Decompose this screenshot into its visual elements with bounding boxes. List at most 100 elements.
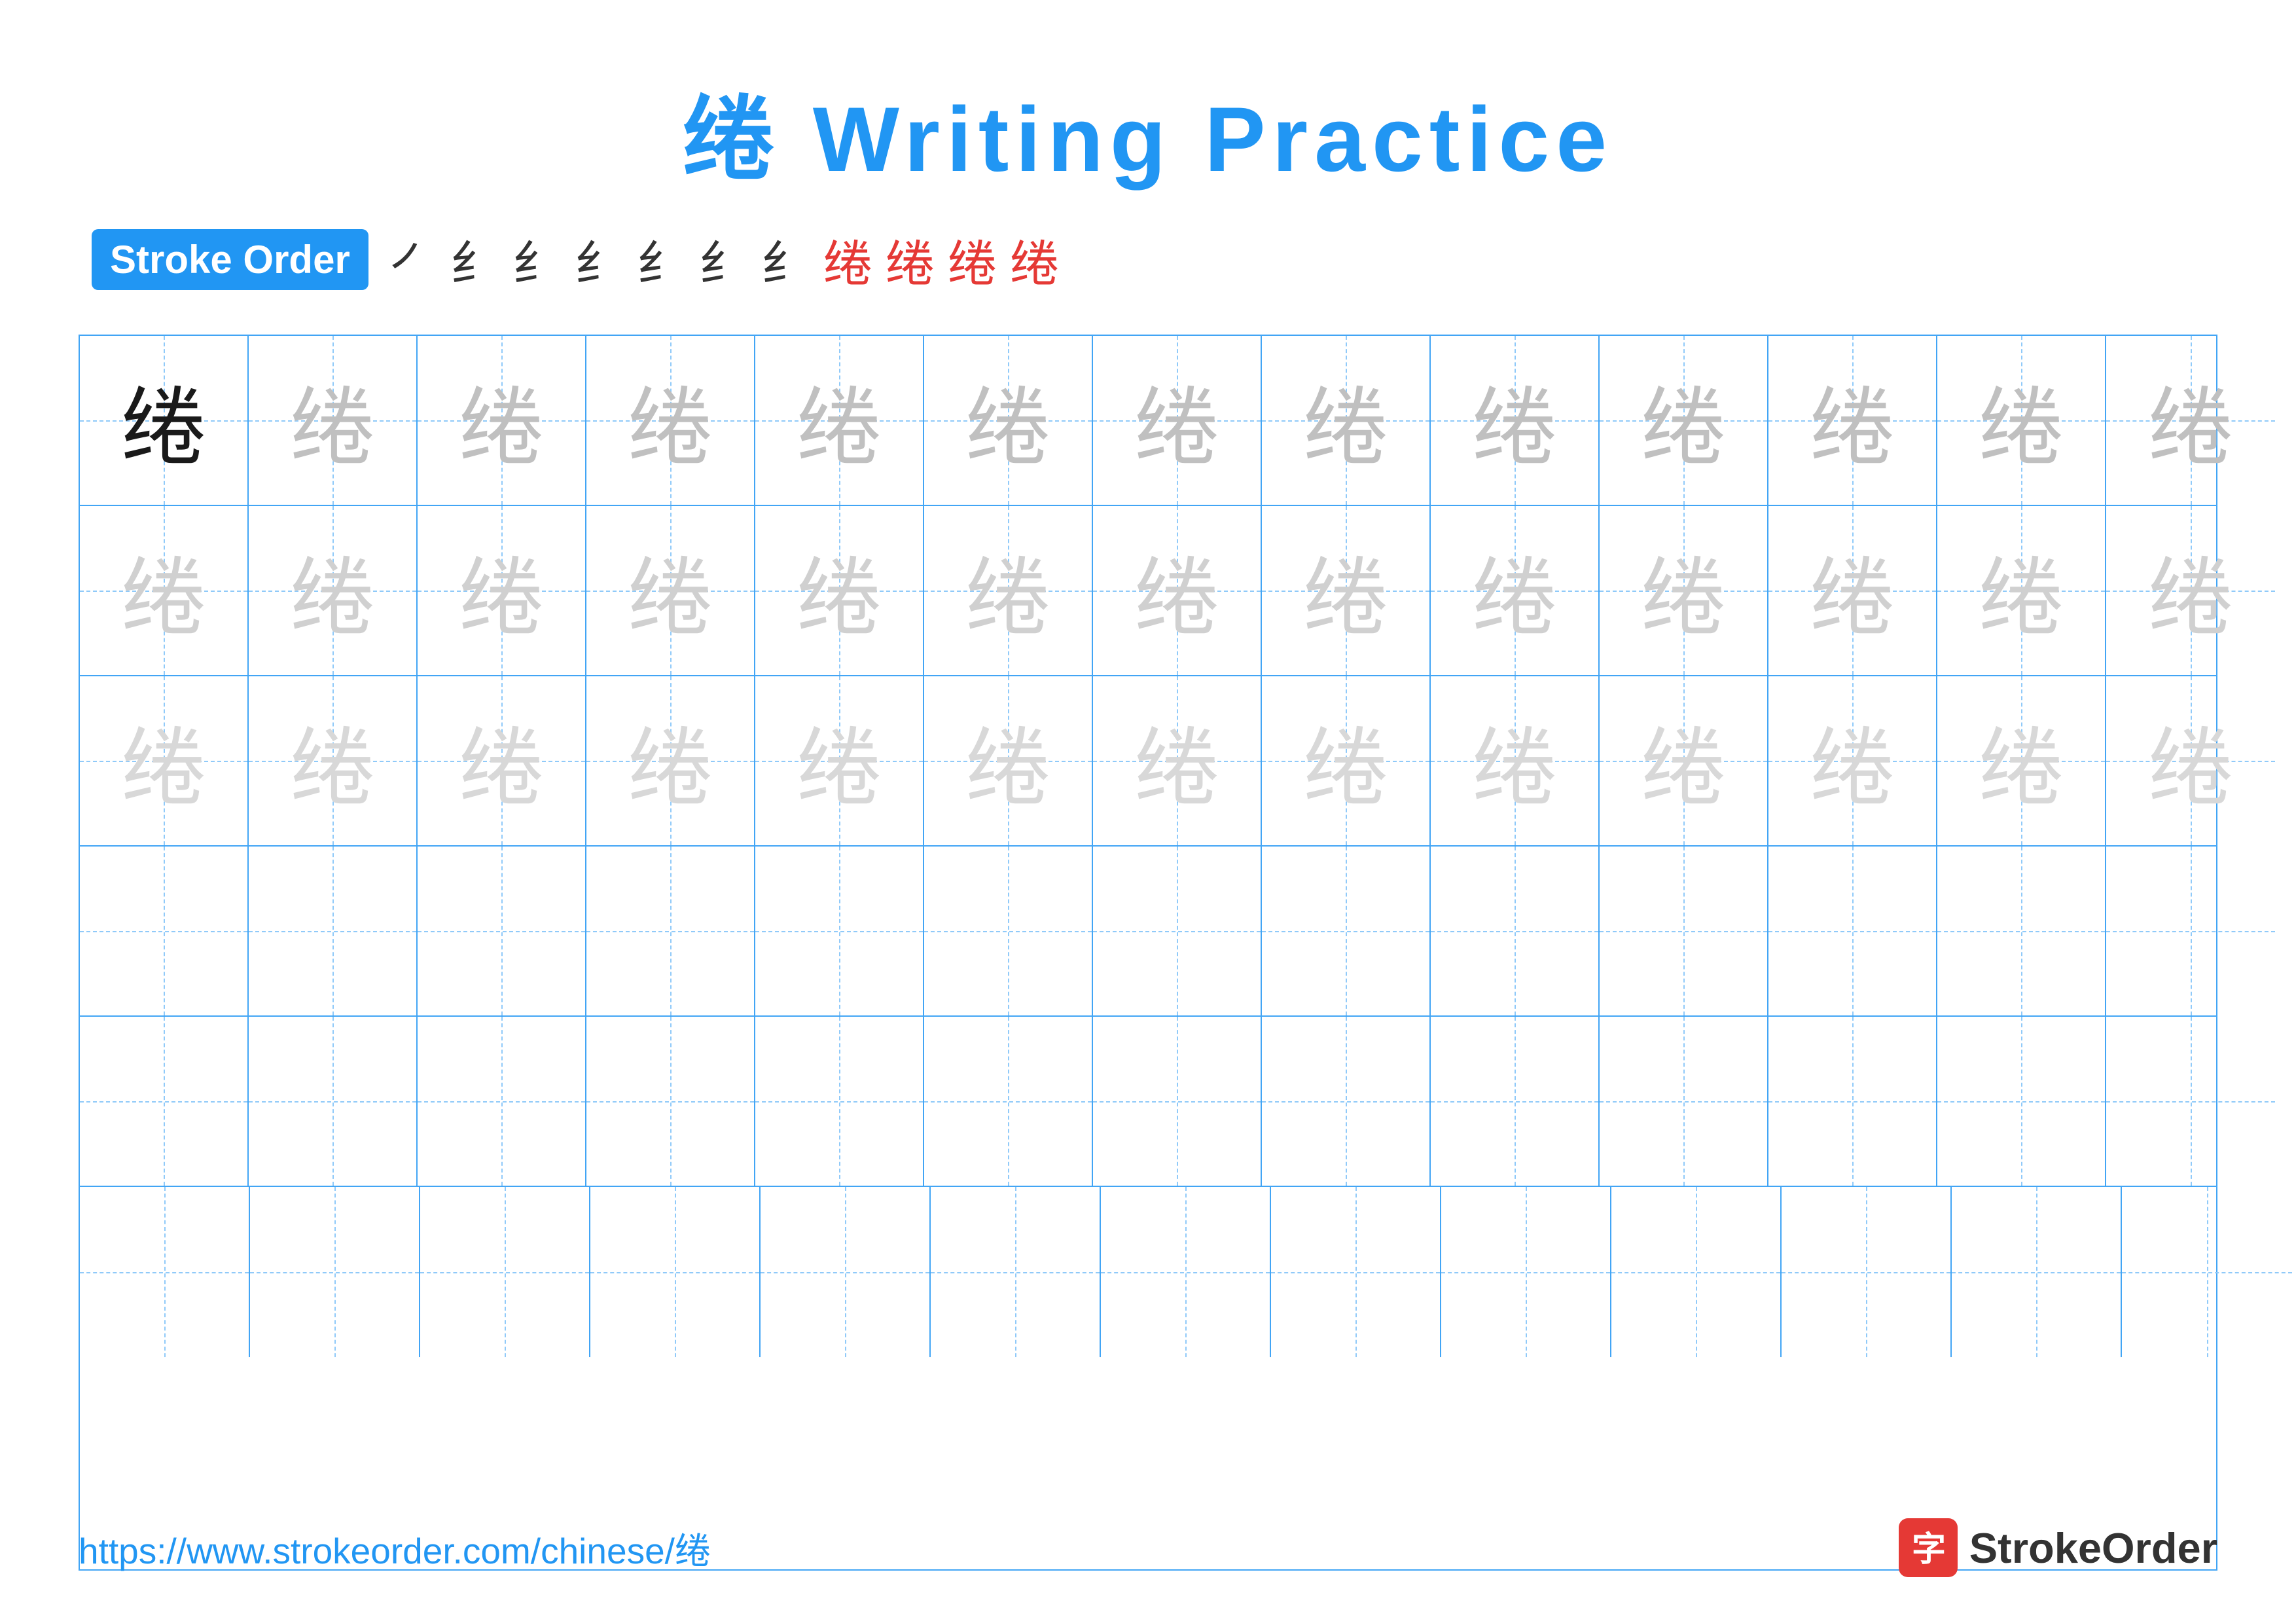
grid-cell-6-13[interactable] [2122,1187,2292,1357]
grid-cell-3-5: 绻 [755,676,924,845]
char-guide: 绻 [1810,699,1895,822]
grid-cell-5-4[interactable] [586,1017,755,1186]
grid-row-3: 绻 绻 绻 绻 绻 绻 绻 绻 绻 [80,676,2216,847]
grid-cell-5-10[interactable] [1600,1017,1768,1186]
char-guide: 绻 [459,359,544,482]
footer-url[interactable]: https://www.strokeorder.com/chinese/绻 [79,1522,711,1574]
char-guide: 绻 [121,529,206,652]
char-guide: 绻 [2148,359,2233,482]
grid-cell-2-9: 绻 [1431,506,1600,675]
grid-cell-2-5: 绻 [755,506,924,675]
stroke-steps: ㇒ 纟 纟 纟 纟 纟 纟 绻 绻 绻 绻 [388,224,1059,295]
grid-cell-6-11[interactable] [1782,1187,1952,1357]
grid-cell-4-8[interactable] [1262,847,1431,1015]
char-guide: 绻 [1641,699,1726,822]
grid-cell-4-2[interactable] [249,847,418,1015]
grid-cell-5-2[interactable] [249,1017,418,1186]
grid-cell-3-7: 绻 [1093,676,1262,845]
grid-cell-2-13: 绻 [2106,506,2275,675]
grid-cell-2-8: 绻 [1262,506,1431,675]
char-guide: 绻 [797,359,882,482]
grid-cell-1-9: 绻 [1431,336,1600,505]
char-guide: 绻 [2148,529,2233,652]
grid-cell-4-1[interactable] [80,847,249,1015]
grid-cell-3-12: 绻 [1937,676,2106,845]
char-guide: 绻 [1472,529,1557,652]
grid-cell-4-12[interactable] [1937,847,2106,1015]
char-guide: 绻 [459,699,544,822]
grid-cell-5-1[interactable] [80,1017,249,1186]
grid-cell-5-7[interactable] [1093,1017,1262,1186]
char-guide: 绻 [1134,699,1219,822]
stroke-step-7: 纟 [761,224,810,295]
char-guide: 绻 [965,699,1050,822]
practice-grid: 绻 绻 绻 绻 绻 绻 绻 绻 绻 [79,335,2217,1571]
grid-cell-4-6[interactable] [924,847,1093,1015]
char-solid: 绻 [121,359,206,482]
char-guide: 绻 [1303,529,1388,652]
stroke-step-8: 绻 [823,224,872,295]
grid-cell-4-13[interactable] [2106,847,2275,1015]
grid-cell-4-9[interactable] [1431,847,1600,1015]
grid-row-6 [80,1187,2216,1357]
grid-cell-4-7[interactable] [1093,847,1262,1015]
char-guide: 绻 [1641,359,1726,482]
grid-cell-2-4: 绻 [586,506,755,675]
footer-logo: 字 StrokeOrder [1899,1518,2217,1577]
grid-cell-5-12[interactable] [1937,1017,2106,1186]
char-guide: 绻 [628,529,713,652]
char-guide: 绻 [1134,529,1219,652]
grid-cell-4-4[interactable] [586,847,755,1015]
svg-text:字: 字 [1912,1531,1946,1567]
grid-cell-3-9: 绻 [1431,676,1600,845]
page: 绻 Writing Practice Stroke Order ㇒ 纟 纟 纟 … [0,0,2296,1623]
char-guide: 绻 [1810,359,1895,482]
grid-cell-5-8[interactable] [1262,1017,1431,1186]
grid-cell-6-8[interactable] [1271,1187,1441,1357]
grid-cell-3-2: 绻 [249,676,418,845]
grid-cell-2-2: 绻 [249,506,418,675]
grid-cell-1-7: 绻 [1093,336,1262,505]
char-guide: 绻 [1979,699,2064,822]
grid-cell-6-5[interactable] [761,1187,931,1357]
stroke-step-10: 绻 [948,224,997,295]
grid-cell-6-4[interactable] [590,1187,761,1357]
grid-cell-6-9[interactable] [1441,1187,1611,1357]
grid-cell-6-6[interactable] [931,1187,1101,1357]
grid-cell-3-3: 绻 [418,676,586,845]
grid-row-4 [80,847,2216,1017]
char-guide: 绻 [1303,699,1388,822]
grid-cell-3-1: 绻 [80,676,249,845]
grid-cell-1-8: 绻 [1262,336,1431,505]
grid-cell-5-9[interactable] [1431,1017,1600,1186]
grid-cell-6-2[interactable] [250,1187,420,1357]
grid-cell-6-7[interactable] [1101,1187,1271,1357]
grid-cell-3-4: 绻 [586,676,755,845]
grid-cell-4-10[interactable] [1600,847,1768,1015]
grid-cell-5-6[interactable] [924,1017,1093,1186]
stroke-step-6: 纟 [699,224,748,295]
grid-cell-4-11[interactable] [1768,847,1937,1015]
grid-cell-6-1[interactable] [80,1187,250,1357]
grid-cell-4-5[interactable] [755,847,924,1015]
char-guide: 绻 [1641,529,1726,652]
grid-cell-5-11[interactable] [1768,1017,1937,1186]
grid-cell-6-12[interactable] [1952,1187,2122,1357]
grid-cell-2-11: 绻 [1768,506,1937,675]
grid-cell-6-3[interactable] [420,1187,590,1357]
grid-cell-2-12: 绻 [1937,506,2106,675]
grid-cell-4-3[interactable] [418,847,586,1015]
stroke-order-row: Stroke Order ㇒ 纟 纟 纟 纟 纟 纟 绻 绻 绻 绻 [79,224,2217,295]
char-guide: 绻 [628,359,713,482]
grid-cell-5-5[interactable] [755,1017,924,1186]
char-guide: 绻 [459,529,544,652]
grid-row-5 [80,1017,2216,1187]
grid-cell-5-13[interactable] [2106,1017,2275,1186]
grid-cell-2-3: 绻 [418,506,586,675]
char-guide: 绻 [965,359,1050,482]
grid-cell-6-10[interactable] [1611,1187,1782,1357]
grid-cell-5-3[interactable] [418,1017,586,1186]
grid-row-2: 绻 绻 绻 绻 绻 绻 绻 绻 绻 [80,506,2216,676]
char-guide: 绻 [290,529,375,652]
char-guide: 绻 [1979,529,2064,652]
